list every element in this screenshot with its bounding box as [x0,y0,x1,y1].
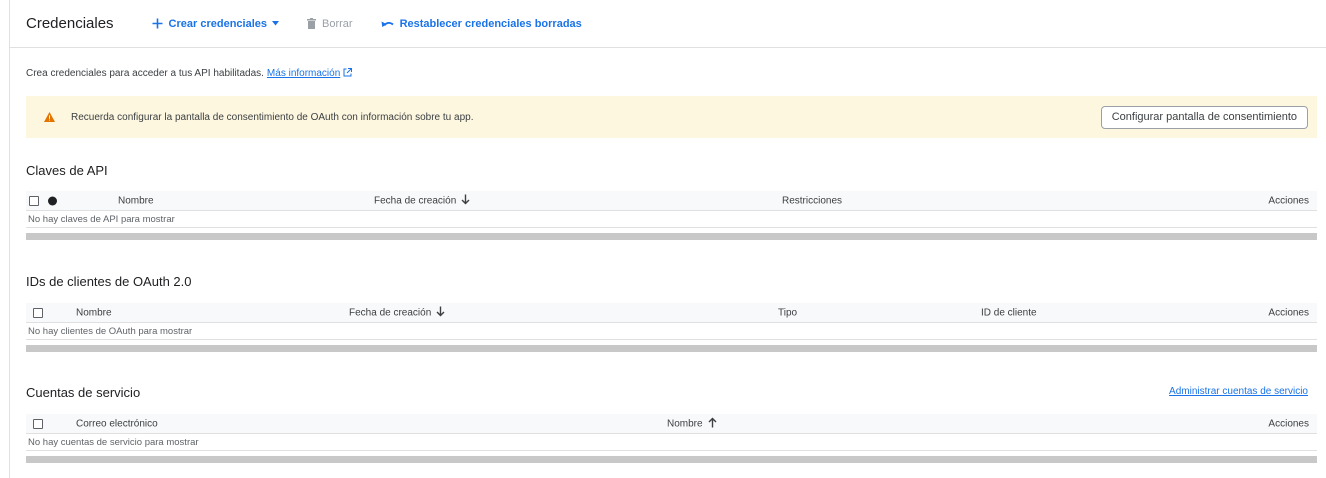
empty-state: No hay clientes de OAuth para mostrar [26,323,1317,340]
intro-description: Crea credenciales para acceder a tus API… [26,68,264,79]
service-accounts-title: Cuentas de servicio [26,385,141,400]
column-header-correo[interactable]: Correo electrónico [76,418,158,429]
oauth-consent-warning-banner: Recuerda configurar la pantalla de conse… [26,96,1317,138]
horizontal-scrollbar[interactable] [26,233,1317,240]
oauth-clients-table: Nombre Fecha de creación Tipo ID de clie… [26,303,1317,352]
trash-icon [307,18,316,29]
select-all-checkbox[interactable] [33,307,43,318]
arrow-down-icon [461,194,470,207]
table-header: Nombre Fecha de creación Tipo ID de clie… [26,303,1317,323]
external-link-icon [343,68,353,80]
column-header-fecha-label: Fecha de creación [349,307,432,318]
column-header-acciones: Acciones [1268,307,1309,318]
oauth-clients-title: IDs de clientes de OAuth 2.0 [26,274,192,289]
table-header: Correo electrónico Nombre Acciones [26,414,1317,434]
column-header-nombre[interactable]: Nombre [76,307,112,318]
column-header-nombre[interactable]: Nombre [667,417,717,430]
delete-label: Borrar [322,17,353,30]
caret-down-icon [272,21,279,26]
more-info-link[interactable]: Más información [267,68,340,79]
column-header-fecha[interactable]: Fecha de creación [374,194,470,207]
delete-button[interactable]: Borrar [307,18,353,30]
column-header-acciones: Acciones [1268,195,1309,206]
column-header-restricciones[interactable]: Restricciones [782,195,842,206]
warning-triangle-icon [44,112,55,122]
create-credentials-label: Crear credenciales [168,17,267,30]
table-header: Nombre Fecha de creación Restricciones A… [26,191,1317,211]
column-header-tipo[interactable]: Tipo [778,307,797,318]
arrow-down-icon [436,306,445,319]
intro-text: Crea credenciales para acceder a tus API… [26,68,353,80]
restore-credentials-button[interactable]: Restablecer credenciales borradas [381,18,582,30]
api-keys-table: Nombre Fecha de creación Restricciones A… [26,191,1317,240]
undo-icon [381,19,394,28]
page-title: Credenciales [26,15,114,32]
arrow-up-icon [708,417,717,430]
select-all-checkbox[interactable] [29,195,39,206]
left-divider [9,0,10,478]
column-header-nombre-label: Nombre [667,418,703,429]
horizontal-scrollbar[interactable] [26,345,1317,352]
column-header-nombre[interactable]: Nombre [118,195,154,206]
column-header-id-cliente[interactable]: ID de cliente [981,307,1037,318]
restore-label: Restablecer credenciales borradas [399,17,582,30]
status-dot-icon [48,196,57,205]
select-all-checkbox[interactable] [33,418,43,429]
configure-consent-screen-button[interactable]: Configurar pantalla de consentimiento [1100,105,1308,129]
horizontal-scrollbar[interactable] [26,456,1317,463]
column-header-fecha[interactable]: Fecha de creación [349,306,445,319]
api-keys-title: Claves de API [26,163,108,178]
plus-icon [152,18,163,29]
service-accounts-table: Correo electrónico Nombre Acciones No ha… [26,414,1317,463]
toolbar: Credenciales Crear credenciales Borrar R… [10,0,1326,48]
empty-state: No hay claves de API para mostrar [26,211,1317,228]
manage-service-accounts-link[interactable]: Administrar cuentas de servicio [1169,386,1308,397]
empty-state: No hay cuentas de servicio para mostrar [26,434,1317,451]
column-header-acciones: Acciones [1268,418,1309,429]
column-header-fecha-label: Fecha de creación [374,195,457,206]
banner-message: Recuerda configurar la pantalla de conse… [71,111,474,123]
create-credentials-button[interactable]: Crear credenciales [152,18,279,30]
